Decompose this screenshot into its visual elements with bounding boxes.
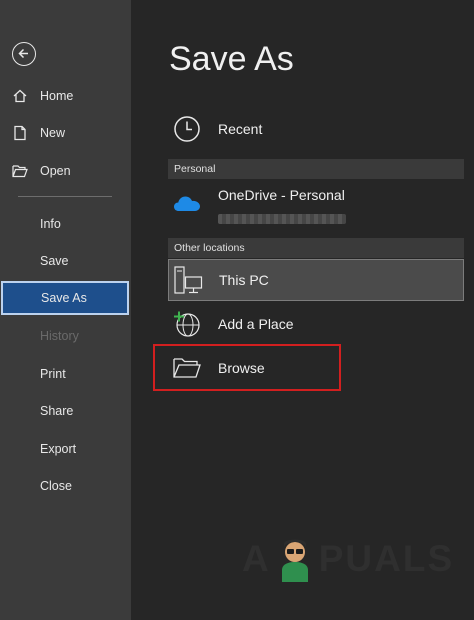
sidebar-item-info[interactable]: Info bbox=[0, 209, 131, 239]
save-as-panel: Save As Recent Personal OneDrive - Perso… bbox=[131, 0, 474, 620]
browse-highlight-box bbox=[153, 344, 341, 391]
location-recent[interactable]: Recent bbox=[168, 109, 464, 149]
appuals-watermark: A PUALS bbox=[242, 535, 454, 583]
onedrive-cloud-icon bbox=[174, 196, 200, 211]
sidebar-item-export[interactable]: Export bbox=[0, 434, 131, 464]
sidebar-item-label: Share bbox=[40, 404, 74, 418]
watermark-text-left: A bbox=[242, 538, 271, 579]
sidebar-item-label: Close bbox=[40, 479, 72, 493]
sidebar-item-home[interactable]: Home bbox=[0, 81, 131, 111]
back-arrow-icon bbox=[18, 48, 28, 59]
sidebar-divider bbox=[18, 196, 112, 197]
location-label: This PC bbox=[219, 272, 269, 288]
globe-plus-icon bbox=[174, 311, 200, 337]
page-title: Save As bbox=[169, 40, 294, 78]
sidebar-item-label: Print bbox=[40, 367, 66, 381]
location-label: Recent bbox=[218, 121, 263, 137]
home-icon bbox=[13, 89, 27, 103]
open-folder-icon bbox=[12, 165, 28, 178]
sidebar-item-label: History bbox=[40, 329, 79, 343]
location-label: OneDrive - Personal bbox=[218, 187, 345, 203]
sidebar-item-label: New bbox=[40, 126, 66, 140]
sidebar-item-history: History bbox=[0, 321, 131, 351]
sidebar-item-label: Save bbox=[40, 254, 69, 268]
sidebar-item-label: Home bbox=[40, 89, 74, 103]
back-button[interactable] bbox=[12, 42, 36, 66]
sidebar-item-label: Info bbox=[40, 217, 61, 231]
sidebar-item-print[interactable]: Print bbox=[0, 359, 131, 389]
section-header-other-locations: Other locations bbox=[168, 238, 464, 258]
backstage-sidebar: Home New Open Info Save Save As History … bbox=[0, 0, 131, 620]
sidebar-item-save[interactable]: Save bbox=[0, 246, 131, 276]
section-header-personal: Personal bbox=[168, 159, 464, 179]
location-this-pc[interactable]: This PC bbox=[168, 259, 464, 301]
sidebar-item-label: Export bbox=[40, 442, 77, 456]
sidebar-item-share[interactable]: Share bbox=[0, 396, 131, 426]
computer-icon bbox=[174, 266, 203, 294]
location-label: Add a Place bbox=[218, 316, 294, 332]
sidebar-item-label: Open bbox=[40, 164, 71, 178]
clock-icon bbox=[174, 116, 200, 142]
sidebar-item-close[interactable]: Close bbox=[0, 471, 131, 501]
sidebar-item-save-as[interactable]: Save As bbox=[1, 281, 129, 315]
new-document-icon bbox=[14, 125, 26, 141]
sidebar-item-label: Save As bbox=[41, 291, 87, 305]
sidebar-item-new[interactable]: New bbox=[0, 118, 131, 148]
location-add-a-place[interactable]: Add a Place bbox=[168, 304, 464, 344]
watermark-text-right: PUALS bbox=[318, 538, 455, 579]
sidebar-item-open[interactable]: Open bbox=[0, 156, 131, 186]
appuals-mascot-logo bbox=[281, 539, 308, 582]
redacted-account-email bbox=[218, 214, 346, 224]
